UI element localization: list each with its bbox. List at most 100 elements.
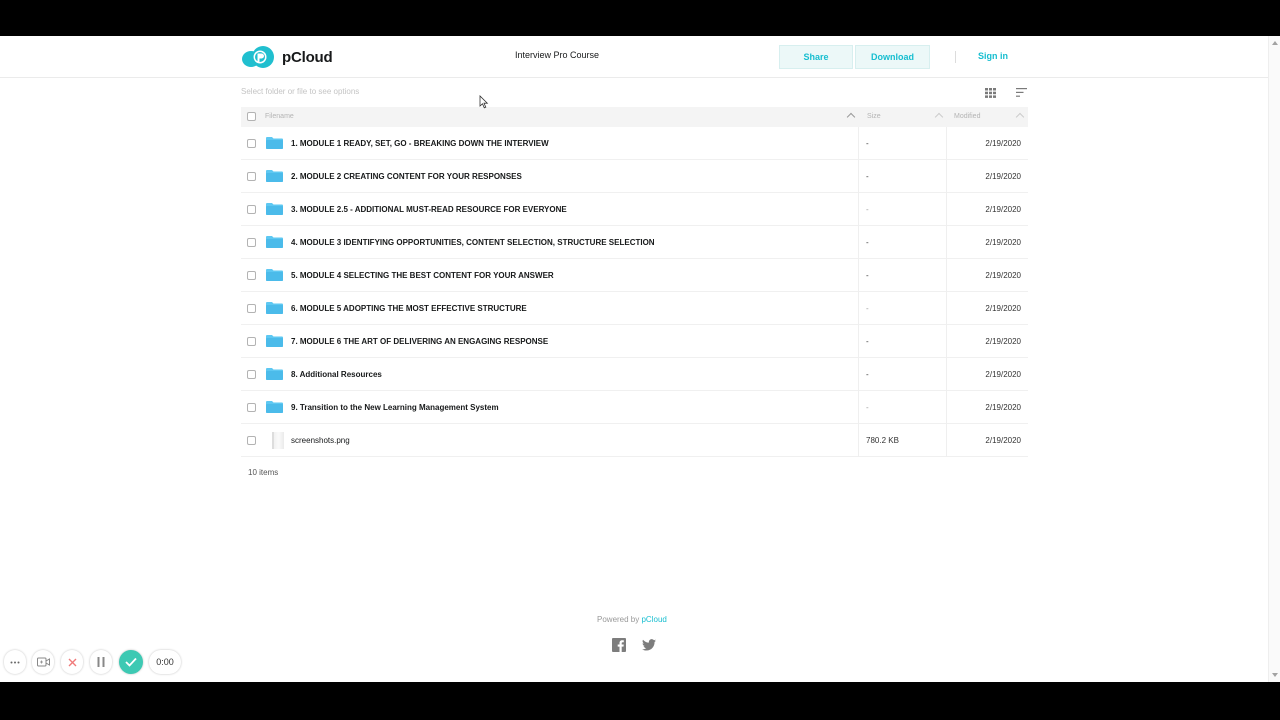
file-size: - [866,337,869,346]
folder-icon [266,302,283,314]
column-divider [946,292,947,325]
folder-icon [266,401,283,413]
twitter-icon[interactable] [642,639,656,651]
scroll-down-icon[interactable] [1272,673,1278,677]
row-checkbox[interactable] [247,304,256,313]
pcloud-logo-icon [242,46,274,68]
row-checkbox[interactable] [247,172,256,181]
column-divider [858,226,859,259]
scroll-up-icon[interactable] [1272,41,1278,45]
sort-size-icon[interactable] [934,112,944,122]
image-file-thumbnail [272,432,284,449]
folder-icon [266,368,283,380]
column-header-filename[interactable]: Filename [265,113,294,120]
select-all-checkbox[interactable] [247,112,256,121]
column-divider [946,127,947,160]
column-header-size[interactable]: Size [867,113,881,120]
file-name[interactable]: 8. Additional Resources [291,370,382,379]
table-row[interactable]: 9. Transition to the New Learning Manage… [241,391,1028,424]
file-modified: 2/19/2020 [985,205,1021,214]
file-modified: 2/19/2020 [985,139,1021,148]
row-checkbox[interactable] [247,403,256,412]
recorder-camera-button[interactable] [32,650,54,674]
row-checkbox[interactable] [247,205,256,214]
file-modified: 2/19/2020 [985,370,1021,379]
item-count: 10 items [248,468,279,477]
row-checkbox[interactable] [247,436,256,445]
file-modified: 2/19/2020 [985,172,1021,181]
column-divider [858,259,859,292]
row-checkbox[interactable] [247,139,256,148]
file-size: - [866,238,869,247]
folder-icon [266,137,283,149]
column-header-modified[interactable]: Modified [954,113,980,120]
table-row[interactable]: 1. MODULE 1 READY, SET, GO - BREAKING DO… [241,127,1028,160]
recorder-pause-button[interactable] [90,650,112,674]
table-row[interactable]: 5. MODULE 4 SELECTING THE BEST CONTENT F… [241,259,1028,292]
webcam-icon [36,657,50,667]
file-name[interactable]: screenshots.png [291,436,350,445]
file-name[interactable]: 4. MODULE 3 IDENTIFYING OPPORTUNITIES, C… [291,238,655,247]
file-name[interactable]: 3. MODULE 2.5 - ADDITIONAL MUST-READ RES… [291,205,567,214]
folder-icon [266,335,283,347]
pcloud-logo[interactable]: pCloud [241,45,333,69]
recorder-finish-button[interactable] [119,650,143,674]
sort-icon[interactable] [1016,88,1027,97]
table-header: Filename Size Modified [241,107,1028,127]
file-size: - [866,139,869,148]
file-size: - [866,271,869,280]
recorder-timer: 0:00 [149,650,181,674]
folder-title: Interview Pro Course [515,50,600,60]
powered-by-prefix: Powered by [597,615,640,624]
table-row[interactable]: 2. MODULE 2 CREATING CONTENT FOR YOUR RE… [241,160,1028,193]
table-row[interactable]: 8. Additional Resources - 2/19/2020 [241,358,1028,391]
recorder-delete-button[interactable] [61,650,83,674]
powered-by: Powered by pCloud [597,615,667,624]
column-divider [946,160,947,193]
row-checkbox[interactable] [247,370,256,379]
folder-icon [266,269,283,281]
row-checkbox[interactable] [247,337,256,346]
column-divider [858,424,859,457]
column-divider [946,424,947,457]
more-dots-icon [10,661,20,663]
share-button[interactable]: Share [779,45,853,69]
mouse-cursor-icon [479,95,489,109]
download-button[interactable]: Download [855,45,930,69]
file-size: - [866,304,869,313]
column-divider [858,325,859,358]
table-row[interactable]: 7. MODULE 6 THE ART OF DELIVERING AN ENG… [241,325,1028,358]
file-name[interactable]: 1. MODULE 1 READY, SET, GO - BREAKING DO… [291,139,549,148]
column-divider [946,358,947,391]
grid-view-icon[interactable] [985,88,996,98]
file-name[interactable]: 7. MODULE 6 THE ART OF DELIVERING AN ENG… [291,337,548,346]
row-checkbox[interactable] [247,271,256,280]
facebook-icon[interactable] [612,638,626,652]
header-divider [955,51,956,63]
column-divider [946,193,947,226]
file-list: 1. MODULE 1 READY, SET, GO - BREAKING DO… [241,127,1028,457]
file-name[interactable]: 9. Transition to the New Learning Manage… [291,403,499,412]
file-name[interactable]: 6. MODULE 5 ADOPTING THE MOST EFFECTIVE … [291,304,527,313]
folder-icon [266,203,283,215]
column-divider [858,358,859,391]
table-row[interactable]: screenshots.png 780.2 KB 2/19/2020 [241,424,1028,457]
recorder-more-button[interactable] [4,650,26,674]
pause-icon [97,657,105,667]
sort-modified-icon[interactable] [1015,112,1025,122]
file-size: - [866,370,869,379]
file-modified: 2/19/2020 [985,436,1021,445]
folder-icon [266,236,283,248]
table-row[interactable]: 4. MODULE 3 IDENTIFYING OPPORTUNITIES, C… [241,226,1028,259]
vertical-scrollbar[interactable] [1268,36,1280,682]
file-name[interactable]: 5. MODULE 4 SELECTING THE BEST CONTENT F… [291,271,554,280]
table-row[interactable]: 6. MODULE 5 ADOPTING THE MOST EFFECTIVE … [241,292,1028,325]
table-row[interactable]: 3. MODULE 2.5 - ADDITIONAL MUST-READ RES… [241,193,1028,226]
column-divider [946,259,947,292]
row-checkbox[interactable] [247,238,256,247]
sort-asc-icon[interactable] [846,112,856,122]
powered-by-link[interactable]: pCloud [641,615,666,624]
file-name[interactable]: 2. MODULE 2 CREATING CONTENT FOR YOUR RE… [291,172,522,181]
sign-in-link[interactable]: Sign in [978,51,1008,61]
folder-icon [266,170,283,182]
